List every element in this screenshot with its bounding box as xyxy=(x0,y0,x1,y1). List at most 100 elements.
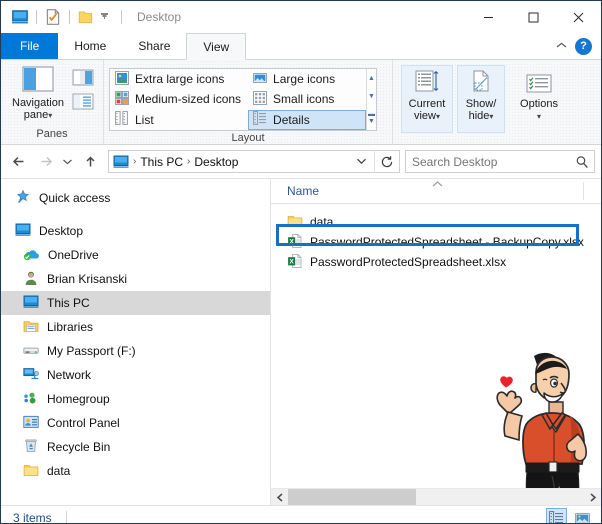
sidebar-item-data[interactable]: data xyxy=(1,459,270,483)
breadcrumb-this-pc-icon[interactable] xyxy=(109,155,132,169)
tab-share[interactable]: Share xyxy=(122,33,186,59)
recent-locations-button[interactable] xyxy=(59,150,76,174)
help-icon[interactable]: ? xyxy=(575,37,592,55)
status-divider xyxy=(65,511,67,523)
sidebar-item-network[interactable]: Network xyxy=(1,363,270,387)
layout-item-small-icons[interactable]: Small icons xyxy=(248,89,366,109)
sidebar-item-homegroup[interactable]: Homegroup xyxy=(1,387,270,411)
layout-item-large-icons[interactable]: Large icons xyxy=(248,69,366,89)
column-splitter[interactable] xyxy=(583,182,584,200)
layout-item-extra-large-icons[interactable]: Extra large icons xyxy=(110,69,248,89)
view-toggle-buttons xyxy=(546,508,593,523)
sidebar-item-desktop[interactable]: Desktop xyxy=(1,219,270,243)
navigation-pane-button[interactable]: Navigation pane▾ xyxy=(6,63,70,122)
scrollbar-track[interactable] xyxy=(288,488,584,505)
large-icons-icon xyxy=(253,71,268,88)
table-row[interactable]: X PasswordProtectedSpreadsheet.xlsx xyxy=(271,252,601,272)
tab-file[interactable]: File xyxy=(1,33,59,59)
file-list: data X PasswordProtectedSpreadsheet - Ba… xyxy=(271,204,601,272)
ribbon-tab-strip: File Home Share View ? xyxy=(1,33,601,60)
recycle-bin-icon xyxy=(23,438,39,456)
layout-gallery-column-1: Extra large icons Medium-sized icons Lis… xyxy=(110,69,248,130)
show-hide-button[interactable]: Show/ hide▾ xyxy=(457,65,505,133)
current-view-button[interactable]: Current view▾ xyxy=(401,65,453,133)
layout-item-label: Small icons xyxy=(273,92,335,107)
this-pc-icon[interactable] xyxy=(11,8,29,26)
layout-item-details[interactable]: Details xyxy=(248,109,367,130)
sidebar-item-recycle-bin[interactable]: Recycle Bin xyxy=(1,435,270,459)
external-drive-icon xyxy=(23,344,39,359)
ribbon: Navigation pane▾ Panes Extra large icons… xyxy=(1,60,601,145)
column-header-name[interactable]: Name xyxy=(271,184,319,198)
control-panel-icon xyxy=(23,415,39,432)
options-button[interactable]: Options ▾ xyxy=(511,65,567,141)
current-view-caret-icon[interactable]: ▾ xyxy=(436,112,440,121)
ribbon-group-panes: Navigation pane▾ Panes xyxy=(1,60,104,144)
close-button[interactable] xyxy=(556,1,601,33)
ribbon-group-current-view: Current view▾ Show/ hide▾ Options ▾ xyxy=(393,60,572,144)
scroll-right-arrow-icon[interactable] xyxy=(584,489,601,506)
sidebar-item-onedrive[interactable]: OneDrive xyxy=(1,243,270,267)
navigation-pane: Quick access Desktop OneDrive Brian Kris… xyxy=(1,179,271,505)
minimize-button[interactable] xyxy=(466,1,511,33)
excel-file-icon: X xyxy=(287,233,303,252)
panes-side-buttons xyxy=(72,63,94,113)
sidebar-item-label: Recycle Bin xyxy=(47,440,111,454)
back-button[interactable] xyxy=(7,150,31,174)
layout-item-medium-sized-icons[interactable]: Medium-sized icons xyxy=(110,89,248,109)
table-row[interactable]: X PasswordProtectedSpreadsheet - BackupC… xyxy=(271,232,601,252)
table-row[interactable]: data xyxy=(271,212,601,232)
horizontal-scrollbar[interactable] xyxy=(271,488,601,505)
breadcrumb[interactable]: › This PC › Desktop xyxy=(108,150,400,173)
qat-divider-1 xyxy=(36,10,37,24)
details-pane-icon[interactable] xyxy=(72,93,94,113)
gallery-scroll-down-icon[interactable]: ▼ xyxy=(368,93,375,100)
layout-item-list[interactable]: List xyxy=(110,110,248,130)
svg-text:X: X xyxy=(289,238,294,245)
sidebar-item-this-pc[interactable]: This PC xyxy=(1,291,270,315)
tab-view[interactable]: View xyxy=(186,33,247,60)
desktop-monitor-icon xyxy=(15,223,31,240)
medium-sized-icons-icon xyxy=(115,90,129,108)
file-explorer-window: Desktop File Home Share View ? Navigatio… xyxy=(0,0,602,524)
tab-home[interactable]: Home xyxy=(58,33,122,59)
search-box[interactable] xyxy=(405,150,595,173)
excel-file-icon: X xyxy=(287,253,303,272)
refresh-button[interactable] xyxy=(374,150,399,173)
file-name: PasswordProtectedSpreadsheet - BackupCop… xyxy=(310,235,584,249)
sidebar-item-label: Quick access xyxy=(39,191,111,205)
sidebar-item-label: This PC xyxy=(47,296,90,310)
file-list-pane: Name data X PasswordProtectedSpreadsheet… xyxy=(271,179,601,505)
search-icon[interactable] xyxy=(569,155,595,169)
maximize-button[interactable] xyxy=(511,1,556,33)
sidebar-item-brian-krisanski[interactable]: Brian Krisanski xyxy=(1,267,270,291)
breadcrumb-item-desktop[interactable]: Desktop xyxy=(191,155,241,169)
details-view-button[interactable] xyxy=(546,508,567,523)
sidebar-item-label: Homegroup xyxy=(47,392,110,406)
breadcrumb-item-this-pc[interactable]: This PC xyxy=(137,155,186,169)
preview-pane-icon[interactable] xyxy=(72,69,94,89)
search-input[interactable] xyxy=(406,153,569,170)
network-icon xyxy=(23,367,39,384)
sidebar-item-control-panel[interactable]: Control Panel xyxy=(1,411,270,435)
navigation-pane-caret-icon[interactable]: ▾ xyxy=(48,111,52,120)
customize-qat-caret-icon[interactable] xyxy=(95,10,114,24)
sidebar-item-my-passport[interactable]: My Passport (F:) xyxy=(1,339,270,363)
options-caret-icon[interactable]: ▾ xyxy=(537,112,541,121)
forward-button[interactable] xyxy=(33,150,57,174)
breadcrumb-dropdown-icon[interactable] xyxy=(349,157,374,167)
scroll-left-arrow-icon[interactable] xyxy=(271,489,288,506)
large-icons-view-button[interactable] xyxy=(572,508,593,523)
gallery-expand-icon[interactable]: ▬ ▼ xyxy=(368,111,375,125)
up-button[interactable] xyxy=(78,150,102,174)
collapse-ribbon-icon[interactable] xyxy=(555,39,568,53)
item-count-label: 3 items xyxy=(13,511,52,524)
sidebar-item-libraries[interactable]: Libraries xyxy=(1,315,270,339)
show-hide-caret-icon[interactable]: ▾ xyxy=(489,112,493,121)
new-folder-icon[interactable] xyxy=(77,8,95,26)
scrollbar-thumb[interactable] xyxy=(288,488,416,505)
sidebar-item-quick-access[interactable]: Quick access xyxy=(1,186,270,210)
properties-icon[interactable] xyxy=(44,8,62,26)
gallery-scroll-up-icon[interactable]: ▲ xyxy=(368,75,375,82)
